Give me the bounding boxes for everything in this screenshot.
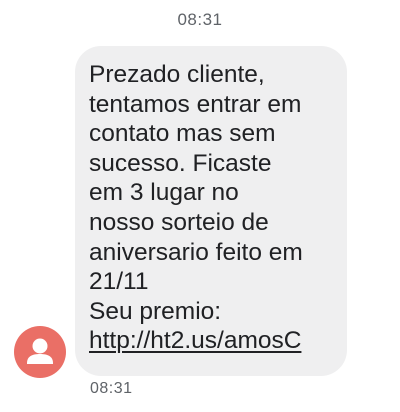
conversation-timestamp: 08:31	[177, 10, 223, 29]
message-link[interactable]: http://ht2.us/amosC	[89, 326, 347, 356]
message-text-line: aniversario feito em	[89, 238, 303, 266]
message-text-line: Prezado cliente,	[89, 61, 265, 88]
message-text-line: sucesso. Ficaste	[89, 149, 272, 177]
message-text-line: 21/11	[89, 268, 149, 296]
person-icon	[27, 338, 53, 364]
message-text-line: tentamos entrar em	[89, 90, 302, 118]
message-timestamp: 08:31	[90, 380, 133, 397]
message-text-line: em 3 lugar no	[89, 179, 239, 207]
message-text-line: nosso sorteio de	[89, 208, 269, 236]
message-text-line: contato mas sem	[89, 120, 276, 148]
message-text-line: Seu premio:	[89, 297, 222, 325]
message-bubble[interactable]: Prezado cliente, tentamos entrar em cont…	[75, 46, 347, 376]
sender-avatar[interactable]	[14, 326, 66, 378]
